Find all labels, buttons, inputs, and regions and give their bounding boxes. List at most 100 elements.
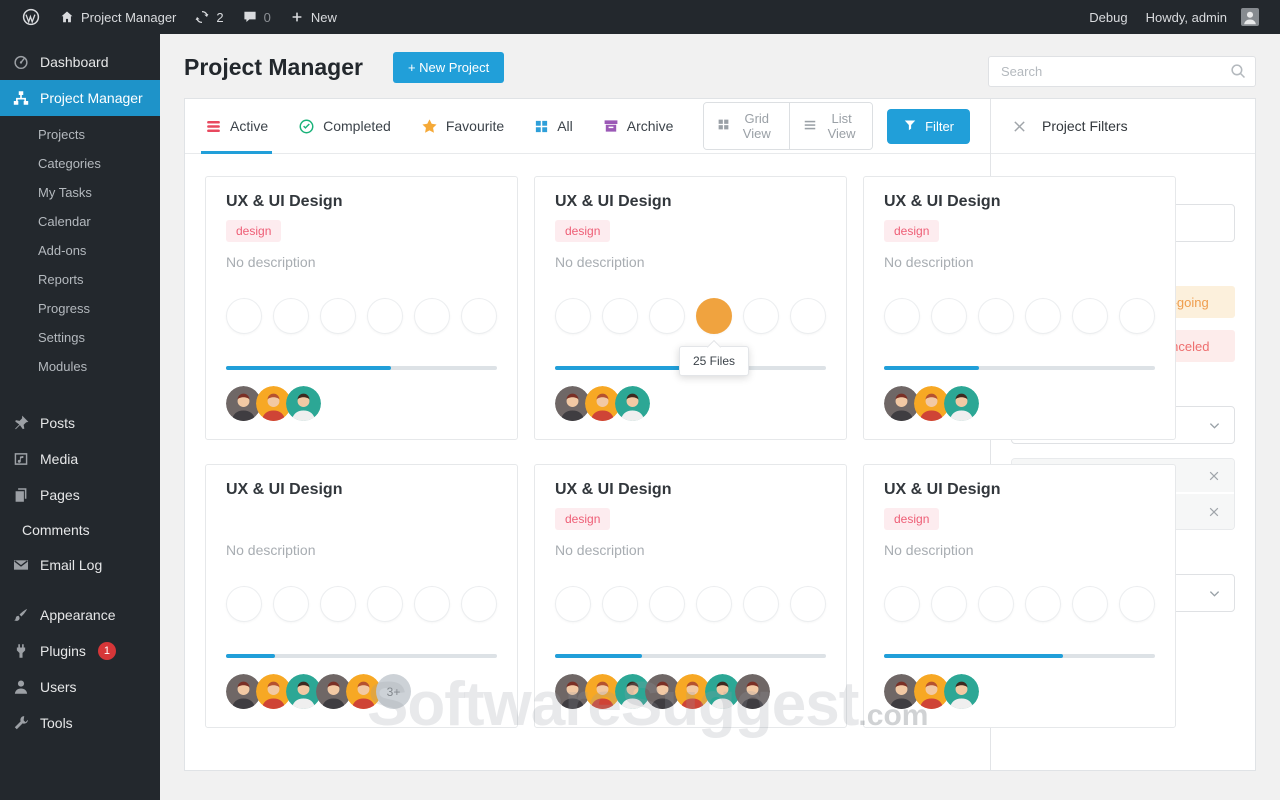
new-project-button[interactable]: + New Project <box>393 52 504 83</box>
project-card[interactable]: UX & UI Design design No description <box>205 176 518 440</box>
team-icon[interactable] <box>273 298 309 334</box>
progress-bar <box>884 366 1155 370</box>
sidebar-item-media[interactable]: Media <box>0 441 160 477</box>
avatar <box>944 674 979 709</box>
tabs-row: Active Completed Favourite All Archive Grid … <box>185 99 990 154</box>
task-list-icon[interactable] <box>320 586 356 622</box>
discussions-icon[interactable] <box>1119 298 1155 334</box>
files-icon[interactable] <box>367 298 403 334</box>
sidebar-item-comments[interactable]: Comments <box>0 513 160 547</box>
tasks-icon[interactable] <box>555 298 591 334</box>
chevron-down-icon <box>1207 418 1222 433</box>
files-icon[interactable]: 25 Files <box>696 298 732 334</box>
discussions-icon[interactable] <box>790 298 826 334</box>
tab-archive[interactable]: Archive <box>603 99 674 153</box>
tasks-icon[interactable] <box>555 586 591 622</box>
project-description: No description <box>884 254 1155 270</box>
debug-menu[interactable]: Debug <box>1080 10 1136 25</box>
progress-bar <box>226 366 497 370</box>
sidebar-item-dashboard[interactable]: Dashboard <box>0 44 160 80</box>
search-icon[interactable] <box>1229 62 1247 85</box>
updates-icon <box>194 9 210 25</box>
sidebar-item-project-manager[interactable]: Project Manager <box>0 80 160 116</box>
site-menu[interactable]: Project Manager <box>50 0 185 34</box>
sidebar-item-tools[interactable]: Tools <box>0 705 160 741</box>
sidebar-item-appearance[interactable]: Appearance <box>0 597 160 633</box>
sidebar-item-email-log[interactable]: Email Log <box>0 547 160 583</box>
filters-title: Project Filters <box>1042 118 1128 134</box>
new-content-menu[interactable]: New <box>280 0 346 34</box>
sidebar-subitem-progress[interactable]: Progress <box>0 294 160 323</box>
sidebar-item-pages[interactable]: Pages <box>0 477 160 513</box>
team-icon[interactable] <box>931 586 967 622</box>
files-icon[interactable] <box>367 586 403 622</box>
tasks-icon[interactable] <box>884 298 920 334</box>
sidebar-item-posts[interactable]: Posts <box>0 405 160 441</box>
sidebar-item-plugins[interactable]: Plugins1 <box>0 633 160 669</box>
tasks-icon[interactable] <box>226 298 262 334</box>
sidebar-subitem-reports[interactable]: Reports <box>0 265 160 294</box>
sidebar-subitem-modules[interactable]: Modules <box>0 352 160 381</box>
milestones-icon[interactable] <box>1072 298 1108 334</box>
sidebar-subitem-my-tasks[interactable]: My Tasks <box>0 178 160 207</box>
files-icon[interactable] <box>1025 298 1061 334</box>
tab-active[interactable]: Active <box>205 99 268 153</box>
howdy-text: Howdy, admin <box>1146 10 1227 25</box>
milestones-icon[interactable] <box>414 586 450 622</box>
all-icon <box>534 119 549 134</box>
project-card[interactable]: UX & UI Design design No description <box>534 464 847 728</box>
sidebar-subitem-calendar[interactable]: Calendar <box>0 207 160 236</box>
search-input[interactable] <box>988 56 1256 87</box>
project-title: UX & UI Design <box>555 481 671 499</box>
task-list-icon[interactable] <box>320 298 356 334</box>
task-list-icon[interactable] <box>978 586 1014 622</box>
comments-count: 0 <box>264 10 271 25</box>
project-card[interactable]: UX & UI Design design No description 25 … <box>534 176 847 440</box>
milestones-icon[interactable] <box>1072 586 1108 622</box>
wordpress-logo-icon[interactable] <box>12 0 50 34</box>
admin-sidebar: DashboardProject Manager ProjectsCategori… <box>0 34 160 800</box>
remove-category-icon[interactable] <box>1207 505 1221 519</box>
team-icon[interactable] <box>273 586 309 622</box>
project-card[interactable]: UX & UI Design design No description 3+ <box>205 464 518 728</box>
milestones-icon[interactable] <box>743 586 779 622</box>
team-icon[interactable] <box>602 586 638 622</box>
close-filters-icon[interactable] <box>1011 118 1028 135</box>
task-list-icon[interactable] <box>649 298 685 334</box>
task-list-icon[interactable] <box>649 586 685 622</box>
account-menu[interactable]: Howdy, admin <box>1137 8 1268 26</box>
discussions-icon[interactable] <box>461 586 497 622</box>
email-icon <box>12 556 30 574</box>
discussions-icon[interactable] <box>461 298 497 334</box>
tasks-icon[interactable] <box>226 586 262 622</box>
sidebar-subitem-categories[interactable]: Categories <box>0 149 160 178</box>
tab-favourite[interactable]: Favourite <box>421 99 504 153</box>
grid-view-button[interactable]: Grid View <box>704 103 789 149</box>
team-icon[interactable] <box>602 298 638 334</box>
files-icon[interactable] <box>696 586 732 622</box>
updates-menu[interactable]: 2 <box>185 0 232 34</box>
discussions-icon[interactable] <box>790 586 826 622</box>
filter-button[interactable]: Filter <box>887 109 970 144</box>
task-list-icon[interactable] <box>978 298 1014 334</box>
milestones-icon[interactable] <box>414 298 450 334</box>
card-action-row <box>884 586 1155 622</box>
team-icon[interactable] <box>931 298 967 334</box>
sidebar-item-users[interactable]: Users <box>0 669 160 705</box>
sidebar-subitem-settings[interactable]: Settings <box>0 323 160 352</box>
tasks-icon[interactable] <box>884 586 920 622</box>
avatar <box>286 386 321 421</box>
project-card[interactable]: UX & UI Design design No description <box>863 176 1176 440</box>
discussions-icon[interactable] <box>1119 586 1155 622</box>
tab-all[interactable]: All <box>534 99 573 153</box>
list-view-button[interactable]: List View <box>789 103 872 149</box>
milestones-icon[interactable] <box>743 298 779 334</box>
project-card[interactable]: UX & UI Design design No description <box>863 464 1176 728</box>
comments-menu[interactable]: 0 <box>233 0 280 34</box>
sidebar-subitem-projects[interactable]: Projects <box>0 120 160 149</box>
files-icon[interactable] <box>1025 586 1061 622</box>
tab-completed[interactable]: Completed <box>298 99 391 153</box>
files-count-tooltip: 25 Files <box>679 346 749 376</box>
sidebar-subitem-add-ons[interactable]: Add-ons <box>0 236 160 265</box>
remove-category-icon[interactable] <box>1207 469 1221 483</box>
